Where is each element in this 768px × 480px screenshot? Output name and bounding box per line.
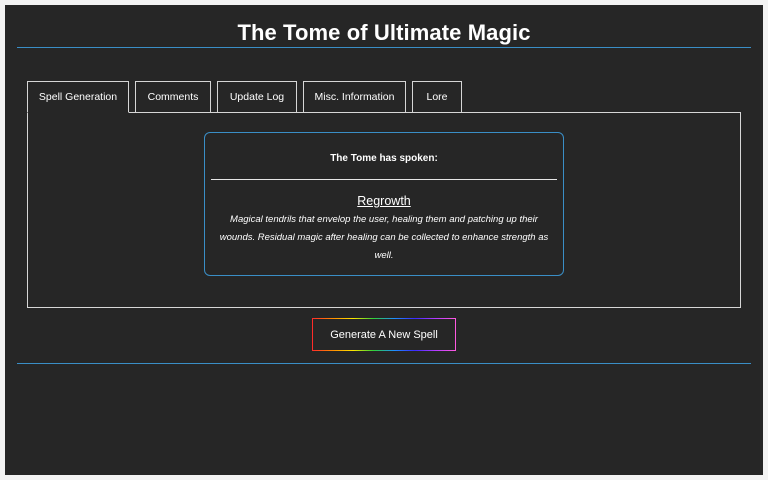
tab-spell-generation[interactable]: Spell Generation (27, 81, 129, 113)
tab-misc-information[interactable]: Misc. Information (303, 81, 406, 112)
tab-comments[interactable]: Comments (135, 81, 211, 112)
result-divider (211, 179, 557, 180)
tab-bar: Spell Generation Comments Update Log Mis… (27, 81, 462, 113)
tab-update-log[interactable]: Update Log (217, 81, 297, 112)
tab-lore[interactable]: Lore (412, 81, 462, 112)
spell-name: Regrowth (357, 194, 411, 208)
tab-label: Lore (426, 91, 448, 103)
header-divider (17, 47, 751, 48)
spell-result-card: The Tome has spoken: Regrowth Magical te… (204, 132, 564, 276)
tab-label: Update Log (229, 91, 285, 103)
spell-description: Magical tendrils that envelop the user, … (219, 214, 549, 261)
tab-label: Misc. Information (314, 91, 395, 103)
page-title: The Tome of Ultimate Magic (237, 20, 531, 45)
tab-label: Spell Generation (38, 91, 118, 103)
page: The Tome of Ultimate Magic Spell Generat… (5, 5, 763, 475)
footer-divider (17, 363, 751, 364)
generate-spell-button[interactable]: Generate A New Spell (312, 318, 456, 351)
tab-label: Comments (147, 91, 199, 103)
result-heading: The Tome has spoken: (330, 153, 438, 164)
spell-generation-panel: The Tome has spoken: Regrowth Magical te… (27, 112, 741, 308)
